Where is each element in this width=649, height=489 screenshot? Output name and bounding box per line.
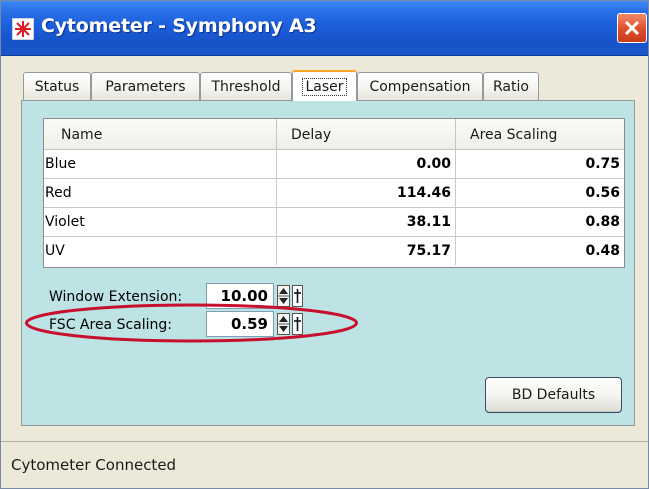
cell-name: UV: [44, 237, 277, 265]
table-row[interactable]: UV 75.17 0.48: [44, 237, 624, 266]
table-header: Name Delay Area Scaling: [44, 119, 624, 150]
cell-name: Red: [44, 179, 277, 207]
tab-strip: Status Parameters Threshold Laser Compen…: [23, 70, 623, 101]
cell-delay[interactable]: 38.11: [277, 208, 456, 236]
tab-ratio[interactable]: Ratio: [483, 72, 539, 100]
title-bar[interactable]: Cytometer - Symphony A3: [1, 1, 648, 56]
tab-label: Laser: [302, 77, 347, 96]
tab-label: Parameters: [105, 78, 186, 95]
highlight-ellipse: [25, 303, 358, 343]
tab-threshold[interactable]: Threshold: [200, 72, 292, 100]
cell-area-scaling[interactable]: 0.75: [456, 150, 624, 178]
cell-delay[interactable]: 0.00: [277, 150, 456, 178]
status-bar: Cytometer Connected: [1, 441, 648, 488]
close-icon: [624, 20, 640, 36]
cell-area-scaling[interactable]: 0.48: [456, 237, 624, 265]
tab-label: Threshold: [211, 78, 281, 95]
table-row[interactable]: Violet 38.11 0.88: [44, 208, 624, 237]
laser-table[interactable]: Name Delay Area Scaling Blue 0.00 0.75 R…: [43, 118, 625, 268]
cell-area-scaling[interactable]: 0.56: [456, 179, 624, 207]
table-row[interactable]: Blue 0.00 0.75: [44, 150, 624, 179]
tab-label: Compensation: [369, 78, 471, 95]
tab-parameters[interactable]: Parameters: [91, 72, 200, 100]
bd-defaults-button[interactable]: BD Defaults: [485, 377, 622, 413]
cell-area-scaling[interactable]: 0.88: [456, 208, 624, 236]
cell-name: Violet: [44, 208, 277, 236]
status-text: Cytometer Connected: [11, 456, 177, 474]
cell-name: Blue: [44, 150, 277, 178]
tab-status[interactable]: Status: [23, 72, 91, 100]
tab-label: Ratio: [493, 78, 529, 95]
tab-laser[interactable]: Laser: [292, 70, 357, 101]
tab-compensation[interactable]: Compensation: [357, 72, 483, 100]
tab-label: Status: [34, 78, 80, 95]
cytometer-app-icon: [12, 18, 34, 40]
column-header-name[interactable]: Name: [44, 119, 277, 150]
window-title: Cytometer - Symphony A3: [41, 15, 317, 37]
cell-delay[interactable]: 114.46: [277, 179, 456, 207]
column-header-delay[interactable]: Delay: [277, 119, 456, 150]
close-button[interactable]: [617, 13, 647, 43]
column-header-area-scaling[interactable]: Area Scaling: [456, 119, 624, 150]
table-row[interactable]: Red 114.46 0.56: [44, 179, 624, 208]
cell-delay[interactable]: 75.17: [277, 237, 456, 265]
cytometer-window: Cytometer - Symphony A3 Status Parameter…: [0, 0, 649, 489]
